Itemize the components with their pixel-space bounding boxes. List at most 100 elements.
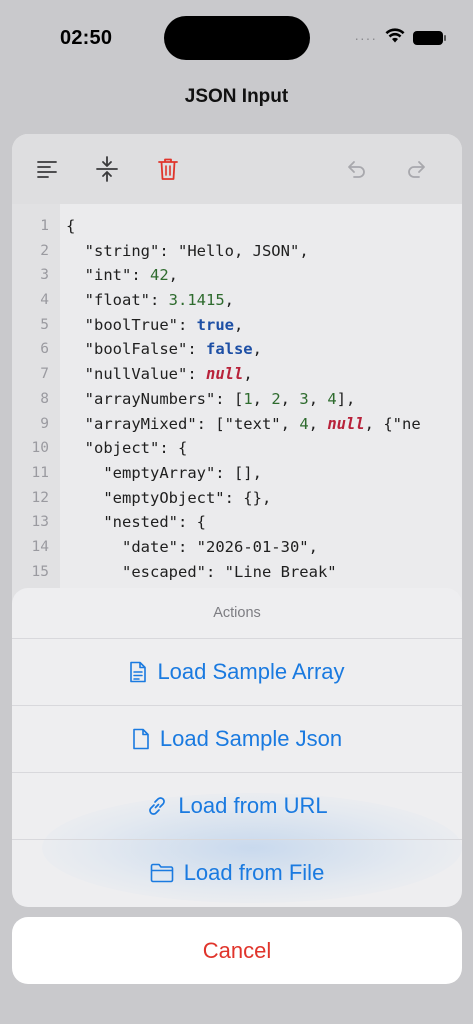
code-token: , {"ne (364, 414, 421, 433)
code-token: "emptyObject": {}, (66, 488, 272, 507)
load-sample-array-button[interactable]: Load Sample Array (12, 638, 462, 705)
link-icon (146, 795, 168, 817)
code-line: 7 "nullValue": null, (12, 362, 462, 387)
code-token: , (224, 291, 234, 310)
status-time: 02:50 (60, 27, 113, 49)
code-token: 1 (243, 389, 253, 408)
code-text: "object": { (66, 436, 188, 461)
code-token: 42 (150, 266, 169, 285)
code-text: "arrayNumbers": [1, 2, 3, 4], (66, 387, 356, 412)
code-line: 9 "arrayMixed": ["text", 4, null, {"ne (12, 412, 462, 437)
code-token: 3 (299, 389, 309, 408)
code-token: , (299, 241, 309, 260)
dynamic-island (164, 16, 310, 60)
code-token: "boolTrue": (66, 315, 197, 334)
code-line: 4 "float": 3.1415, (12, 288, 462, 313)
line-number: 11 (31, 464, 49, 481)
code-text: "nullValue": null, (66, 362, 253, 387)
code-line: 1{ (12, 214, 462, 239)
code-text: "escaped": "Line Break" (66, 560, 337, 585)
code-token: , (233, 315, 244, 334)
line-number: 5 (40, 316, 49, 333)
code-token: null (327, 414, 365, 433)
doc-icon (132, 728, 150, 750)
code-token: 2 (271, 389, 281, 408)
code-line: 6 "boolFalse": false, (12, 337, 462, 362)
code-token: , (280, 389, 300, 408)
code-text: "boolTrue": true, (66, 313, 244, 338)
compress-vertical-icon[interactable] (94, 156, 120, 182)
code-text: "emptyArray": [], (66, 461, 262, 486)
code-token: ], (336, 389, 356, 408)
cellular-signal-icon: ···· (354, 30, 377, 46)
line-number: 9 (40, 415, 49, 432)
code-line: 2 "string": "Hello, JSON", (12, 239, 462, 264)
line-number: 3 (40, 267, 49, 284)
code-line: 5 "boolTrue": true, (12, 313, 462, 338)
code-line: 13 "nested": { (12, 510, 462, 535)
load-from-url-button[interactable]: Load from URL (12, 772, 462, 839)
redo-icon[interactable] (404, 156, 430, 182)
code-token: 4 (327, 389, 337, 408)
cancel-button[interactable]: Cancel (12, 917, 462, 984)
code-line: 15 "escaped": "Line Break" (12, 560, 462, 585)
code-token: null (205, 365, 244, 384)
code-token: "int": (66, 266, 150, 285)
load-sample-json-button[interactable]: Load Sample Json (12, 705, 462, 772)
code-text: "arrayMixed": ["text", 4, null, {"ne (66, 412, 421, 437)
code-token: , (308, 414, 328, 433)
code-text: "emptyObject": {}, (66, 486, 271, 511)
code-token: "boolFalse": (66, 340, 206, 359)
code-token: "escaped": (66, 562, 225, 581)
folder-icon (150, 863, 174, 883)
code-text: "date": "2026-01-30", (66, 535, 318, 560)
code-text: "float": 3.1415, (66, 288, 234, 313)
code-text: { (66, 214, 75, 239)
code-token: , (252, 389, 272, 408)
code-token: false (205, 340, 253, 359)
line-number: 8 (40, 390, 49, 407)
load-from-file-button[interactable]: Load from File (12, 839, 462, 906)
action-sheet: Actions Load Sample Array Load Sample Js… (12, 588, 462, 907)
line-number: 15 (31, 563, 49, 580)
sheet-item-label: Load from URL (178, 793, 328, 818)
code-token: , (308, 389, 328, 408)
status-icons: ···· (354, 28, 446, 48)
code-token: "Line Break" (224, 562, 337, 581)
code-token: "Hello, JSON" (177, 241, 300, 260)
sheet-item-label: Load from File (183, 860, 325, 885)
line-number: 6 (40, 341, 49, 358)
line-number: 1 (40, 218, 49, 234)
code-text: "string": "Hello, JSON", (66, 239, 309, 264)
undo-icon[interactable] (343, 156, 369, 182)
action-sheet-title: Actions (213, 605, 261, 621)
format-align-left-icon[interactable] (34, 156, 60, 182)
code-token: { (66, 217, 76, 235)
code-token: "nested": { (66, 513, 206, 532)
code-token: "text" (224, 414, 281, 433)
page-title: JSON Input (184, 86, 289, 107)
line-number: 12 (31, 489, 49, 506)
code-token: 3.1415 (168, 291, 225, 310)
code-token: 4 (299, 414, 309, 433)
line-number: 13 (31, 514, 49, 531)
wifi-icon (385, 28, 405, 48)
line-number: 2 (40, 242, 49, 259)
code-token: "2026-01-30" (196, 537, 309, 556)
code-token: , (280, 414, 300, 433)
line-number: 7 (40, 366, 49, 383)
code-token: "object": { (66, 439, 188, 458)
trash-icon[interactable] (155, 156, 181, 182)
code-token: "arrayNumbers": [ (66, 389, 244, 408)
code-text: "boolFalse": false, (66, 337, 262, 362)
code-token: "float": (66, 291, 169, 310)
code-line: 8 "arrayNumbers": [1, 2, 3, 4], (12, 387, 462, 412)
code-token: "arrayMixed": [ (66, 414, 225, 433)
code-line: 14 "date": "2026-01-30", (12, 535, 462, 560)
line-number: 14 (31, 538, 49, 555)
line-number: 10 (31, 440, 49, 457)
code-token: true (196, 315, 234, 334)
code-token: "nullValue": (66, 365, 206, 384)
code-text: "int": 42, (66, 263, 178, 288)
code-token: , (308, 537, 318, 556)
